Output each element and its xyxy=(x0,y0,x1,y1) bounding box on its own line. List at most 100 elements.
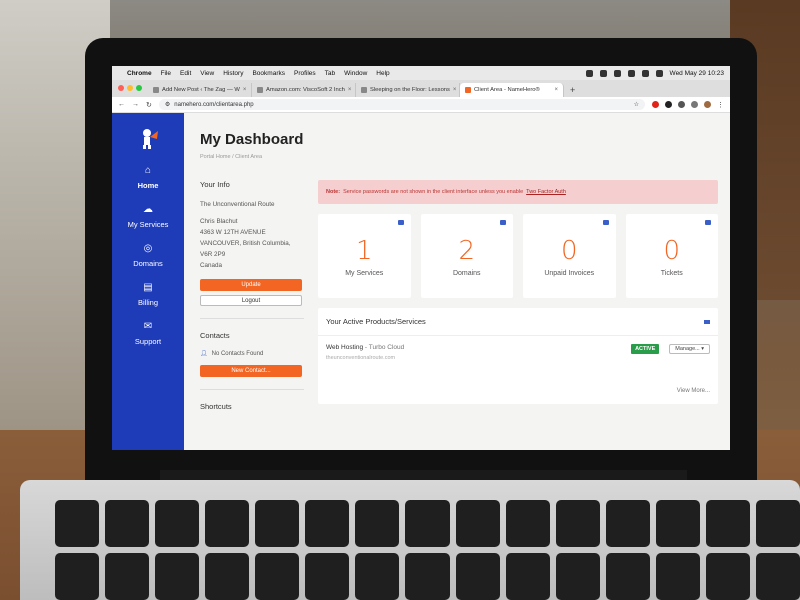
sidebar-item-label: Support xyxy=(134,337,162,346)
sidebar-item-home[interactable]: ⌂ Home xyxy=(138,165,159,190)
stat-label: Domains xyxy=(452,269,481,277)
menu-window[interactable]: Window xyxy=(344,70,367,77)
url-text: namehero.com/clientarea.php xyxy=(174,101,254,108)
filter-icon[interactable] xyxy=(704,319,710,324)
sidebar-item-label: Billing xyxy=(137,298,158,307)
sidebar-item-my-services[interactable]: ☁ My Services xyxy=(128,204,169,229)
close-window-button[interactable] xyxy=(118,85,124,91)
browser-menu-icon[interactable]: ⋮ xyxy=(717,101,724,109)
window-controls xyxy=(118,85,142,91)
stat-tile-services[interactable]: 1 My Services xyxy=(318,214,411,298)
extension-icon[interactable] xyxy=(652,101,659,108)
product-row: Web Hosting - Turbo Cloud theunconventio… xyxy=(318,336,718,369)
sidebar-item-domains[interactable]: ◎ Domains xyxy=(133,243,163,268)
panel-header: Your Active Products/Services xyxy=(318,308,718,336)
address-bar[interactable]: ⚙ namehero.com/clientarea.php ☆ xyxy=(158,99,645,110)
menu-history[interactable]: History xyxy=(223,70,243,77)
alert-prefix: Note: xyxy=(326,189,341,195)
manage-dropdown[interactable]: Manage... ▾ xyxy=(669,344,710,354)
browser-tab-active[interactable]: Client Area - NameHero® × xyxy=(460,83,564,97)
divider xyxy=(200,318,304,319)
page-title: My Dashboard xyxy=(200,131,304,148)
forward-icon[interactable]: → xyxy=(132,101,139,108)
no-contacts-text: No Contacts Found xyxy=(211,350,264,357)
sidebar-item-label: Domains xyxy=(133,259,163,268)
new-tab-button[interactable]: + xyxy=(570,85,575,95)
bluetooth-icon[interactable] xyxy=(613,69,621,77)
extension-icon[interactable] xyxy=(665,101,672,108)
extensions-puzzle-icon[interactable] xyxy=(691,101,698,108)
status-badge: ACTIVE xyxy=(631,344,660,354)
namehero-logo[interactable] xyxy=(135,125,161,151)
wifi-icon[interactable] xyxy=(627,69,635,77)
company-name: The Unconventional Route xyxy=(200,201,275,208)
site-info-icon[interactable]: ⚙ xyxy=(165,101,170,108)
product-name[interactable]: Web Hosting - Turbo Cloud xyxy=(326,344,404,351)
profile-avatar[interactable] xyxy=(704,101,711,108)
globe-icon: ◎ xyxy=(143,243,153,254)
stat-value: 0 xyxy=(560,235,578,266)
browser-tab[interactable]: Add New Post ‹ The Zag — W × xyxy=(148,83,252,97)
stat-tile-invoices[interactable]: 0 Unpaid Invoices xyxy=(523,214,616,298)
panel-title: Your Active Products/Services xyxy=(326,317,426,326)
browser-tab[interactable]: Sleeping on the Floor: Lessons × xyxy=(356,83,460,97)
sidebar-item-billing[interactable]: ▤ Billing xyxy=(138,282,158,307)
stat-value: 0 xyxy=(663,235,681,266)
close-tab-icon[interactable]: × xyxy=(554,87,558,93)
back-icon[interactable]: ← xyxy=(118,101,125,108)
update-button[interactable]: Update xyxy=(200,279,302,291)
new-contact-button[interactable]: New Contact... xyxy=(200,365,302,377)
stat-label: My Services xyxy=(345,269,384,277)
stat-tile-domains[interactable]: 2 Domains xyxy=(420,214,513,298)
menu-tab[interactable]: Tab xyxy=(325,70,335,77)
battery-icon[interactable] xyxy=(641,69,649,77)
search-icon[interactable] xyxy=(655,69,663,77)
logout-button[interactable]: Logout xyxy=(200,295,302,306)
tab-label: Add New Post ‹ The Zag — W xyxy=(162,87,240,93)
client-area-app: ⌂ Home ☁ My Services ◎ Domains ▤ Billing… xyxy=(112,113,730,450)
maximize-window-button[interactable] xyxy=(136,85,142,91)
two-factor-link[interactable]: Two Factor Auth xyxy=(526,189,566,195)
close-tab-icon[interactable]: × xyxy=(348,87,352,93)
laptop-screen: Chrome File Edit View History Bookmarks … xyxy=(112,66,730,450)
product-type: Web Hosting xyxy=(326,344,364,351)
breadcrumb[interactable]: Portal Home / Client Area xyxy=(200,154,718,160)
menu-view[interactable]: View xyxy=(200,70,214,77)
menubar-app-name[interactable]: Chrome xyxy=(127,70,152,77)
tab-label: Client Area - NameHero® xyxy=(474,87,540,93)
close-tab-icon[interactable]: × xyxy=(243,87,247,93)
keyboard xyxy=(55,500,800,600)
two-factor-alert: Note: Service passwords are not shown in… xyxy=(318,180,718,204)
status-icon[interactable] xyxy=(585,69,593,77)
cloud-icon: ☁ xyxy=(143,204,153,215)
minimize-window-button[interactable] xyxy=(127,85,133,91)
your-info-heading: Your Info xyxy=(200,180,230,189)
browser-toolbar: ← → ↻ ⚙ namehero.com/clientarea.php ☆ ⋮ xyxy=(112,97,730,113)
divider xyxy=(200,389,304,390)
product-plan: - Turbo Cloud xyxy=(363,344,405,351)
menubar-clock[interactable]: Wed May 29 10:23 xyxy=(670,70,724,77)
view-more-link[interactable]: View More... xyxy=(677,388,710,394)
bookmark-star-icon[interactable]: ☆ xyxy=(634,101,639,108)
stat-label: Unpaid Invoices xyxy=(544,269,595,277)
dashboard-column: Note: Service passwords are not shown in… xyxy=(318,180,718,421)
info-column: Your Info The Unconventional Route Chris… xyxy=(200,180,304,421)
user-icon: 👤︎ xyxy=(200,351,208,357)
address-line-1: 4363 W 12TH AVENUE xyxy=(200,229,266,236)
status-icon[interactable] xyxy=(599,69,607,77)
stat-tile-tickets[interactable]: 0 Tickets xyxy=(625,214,718,298)
menu-bookmarks[interactable]: Bookmarks xyxy=(252,70,285,77)
sidebar-item-support[interactable]: ✉ Support xyxy=(135,321,161,346)
home-icon: ⌂ xyxy=(144,165,152,176)
menu-edit[interactable]: Edit xyxy=(180,70,191,77)
close-tab-icon[interactable]: × xyxy=(453,87,457,93)
menu-help[interactable]: Help xyxy=(376,70,389,77)
browser-tab[interactable]: Amazon.com: ViscoSoft 2 Inch × xyxy=(252,83,356,97)
menu-file[interactable]: File xyxy=(161,70,171,77)
extension-icon[interactable] xyxy=(678,101,685,108)
reload-icon[interactable]: ↻ xyxy=(146,101,152,109)
macos-menubar: Chrome File Edit View History Bookmarks … xyxy=(112,66,730,80)
favicon-icon xyxy=(257,87,263,93)
active-products-panel: Your Active Products/Services Web Hostin… xyxy=(318,308,718,404)
menu-profiles[interactable]: Profiles xyxy=(294,70,316,77)
